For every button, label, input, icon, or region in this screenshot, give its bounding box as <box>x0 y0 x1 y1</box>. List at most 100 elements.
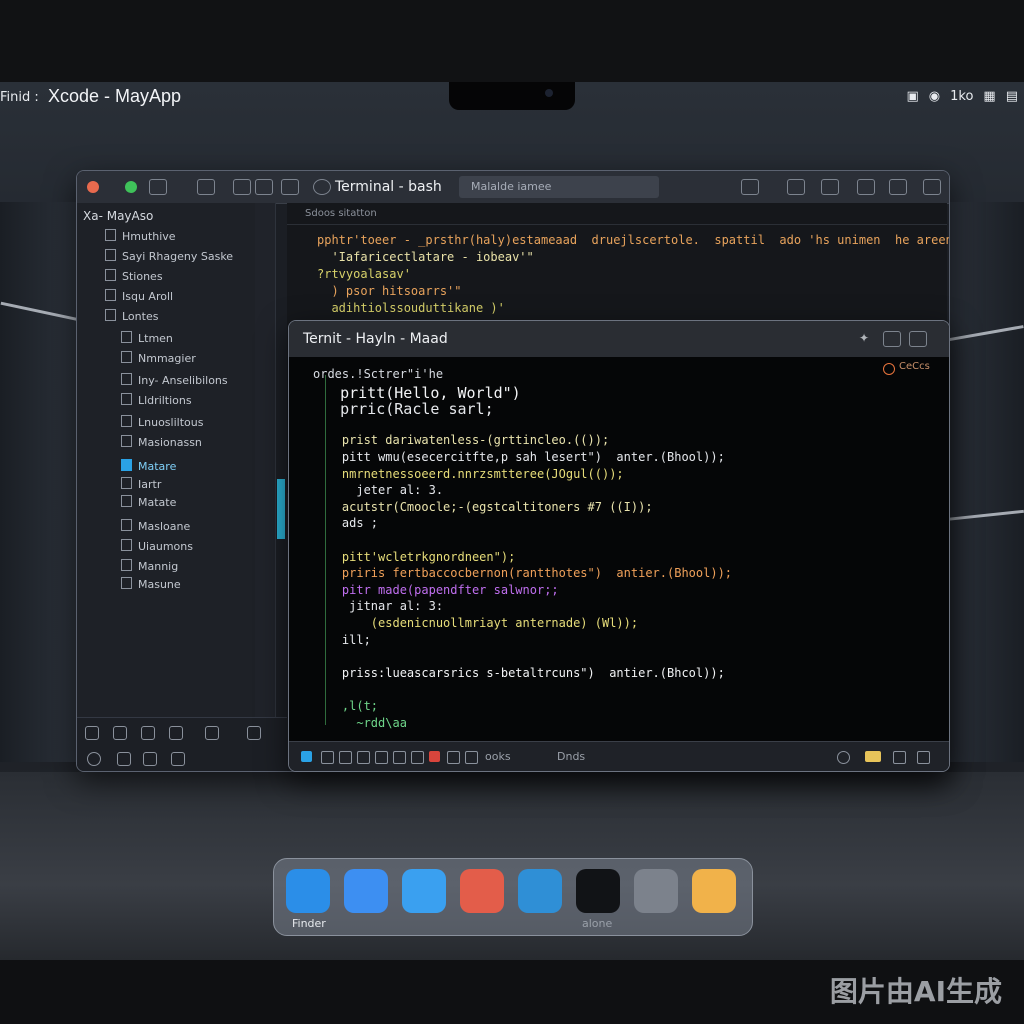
warning-icon[interactable] <box>205 726 219 740</box>
add-icon[interactable] <box>85 726 99 740</box>
safari-2-dock-icon[interactable] <box>402 869 446 913</box>
preview-dock-icon[interactable] <box>518 869 562 913</box>
library-icon[interactable] <box>889 179 907 195</box>
terminal-titlebar: Ternit - Hayln - Maad ✦ <box>289 321 949 358</box>
folder-icon[interactable] <box>865 751 881 762</box>
code-line: pphtr'toeer - _prsthr(haly)estameaad dru… <box>317 233 950 247</box>
terminal-line: ill; <box>313 632 371 647</box>
sidebar-item[interactable]: Mannig <box>121 559 178 573</box>
sidebar-item-label: Iny- Anselibilons <box>138 374 228 387</box>
link-icon[interactable] <box>787 179 805 195</box>
sidebar-item[interactable]: Isqu Aroll <box>105 289 173 303</box>
tab-icon[interactable] <box>339 751 352 764</box>
gear-icon[interactable] <box>837 751 850 764</box>
ai-watermark: 图片由AI生成 <box>829 975 1002 1008</box>
fullscreen-icon[interactable] <box>917 751 930 764</box>
tab-icon[interactable] <box>357 751 370 764</box>
editor-jump-bar[interactable]: Sdoos sitatton <box>287 203 947 225</box>
sidebar-item[interactable]: Iartr <box>121 477 161 491</box>
tab-icon[interactable] <box>411 751 424 764</box>
error-icon[interactable] <box>247 726 261 740</box>
notification-icon[interactable]: ▤ <box>1006 89 1018 104</box>
settings-icon[interactable] <box>741 179 759 195</box>
finder-dock-icon[interactable] <box>286 869 330 913</box>
sidebar-item[interactable]: Iny- Anselibilons <box>121 373 228 387</box>
new-tab-icon[interactable] <box>883 331 901 347</box>
pin-icon[interactable]: ✦ <box>859 331 875 345</box>
sidebar-item[interactable]: Stiones <box>105 269 163 283</box>
grid-icon[interactable] <box>233 179 251 195</box>
filter-icon[interactable] <box>113 726 127 740</box>
notes-dock-icon[interactable] <box>692 869 736 913</box>
menu-app-title[interactable]: Xcode - MayApp <box>48 86 181 107</box>
panel-icon[interactable] <box>255 179 273 195</box>
sidebar-item-label: Isqu Aroll <box>122 290 174 303</box>
split-icon[interactable] <box>281 179 299 195</box>
safari-dock-icon[interactable] <box>344 869 388 913</box>
sidebar-item[interactable]: Sayi Rhageny Saske <box>105 249 233 263</box>
tab-icon[interactable] <box>321 751 334 764</box>
sidebar-item[interactable]: Uiaumons <box>121 539 193 553</box>
control-center-icon[interactable]: ◉ <box>929 89 940 104</box>
navigator-gutter <box>255 203 276 717</box>
sidebar-item[interactable]: Matare <box>121 459 176 473</box>
terminal-window-title: Ternit - Hayln - Maad <box>303 331 448 347</box>
debug-icon[interactable] <box>143 752 157 766</box>
file-icon <box>121 459 132 471</box>
stop-icon[interactable] <box>429 751 440 762</box>
report-icon[interactable] <box>171 752 185 766</box>
terminal-line: prric(Racle sarl; <box>313 400 494 419</box>
terminal-line: jitnar al: 3: <box>313 599 444 614</box>
close-button[interactable] <box>87 181 99 193</box>
file-icon <box>121 495 132 507</box>
terminal-output[interactable]: CeCcs ordes.!Sctrer"i'he pritt(Hello, Wo… <box>289 357 949 741</box>
status-text[interactable]: 1ko <box>950 89 973 104</box>
sidebar-item[interactable]: Lontes <box>105 309 158 323</box>
tab-icon[interactable] <box>393 751 406 764</box>
tab-icon[interactable] <box>447 751 460 764</box>
file-icon <box>105 249 116 261</box>
sidebar-item[interactable]: Masune <box>121 577 181 591</box>
inspector-icon[interactable] <box>923 179 941 195</box>
tool-icon[interactable] <box>821 179 839 195</box>
terminal-tab-field[interactable]: Malalde iamee <box>459 176 659 198</box>
sidebar-item[interactable]: Lnuosliltous <box>121 415 203 429</box>
file-icon <box>105 289 116 301</box>
file-icon <box>121 519 132 531</box>
terminal-dock-icon[interactable] <box>576 869 620 913</box>
terminal-tab-title[interactable]: Terminal - bash <box>335 179 442 195</box>
sidebar-item-label: Matare <box>138 460 177 473</box>
battery-icon[interactable]: ▦ <box>983 89 995 104</box>
system-preferences-dock-icon[interactable] <box>634 869 678 913</box>
sidebar-item[interactable]: Matate <box>121 495 176 509</box>
tab-icon[interactable] <box>375 751 388 764</box>
navigator-scrollbar[interactable] <box>277 479 285 539</box>
wifi-icon[interactable]: ▣ <box>906 89 918 104</box>
sidebar-item[interactable]: Lldriltions <box>121 393 192 407</box>
recent-icon[interactable] <box>141 726 155 740</box>
dock-label: alone <box>582 917 613 930</box>
source-control-icon[interactable] <box>169 726 183 740</box>
menu-finder-label[interactable]: Finid : <box>0 90 39 105</box>
tab-icon[interactable] <box>465 751 478 764</box>
sidebar-item[interactable]: Ltmen <box>121 331 173 345</box>
expand-icon[interactable] <box>893 751 906 764</box>
file-icon <box>105 229 116 241</box>
status-label: ooks <box>485 750 511 763</box>
sidebar-item[interactable]: Masloane <box>121 519 190 533</box>
file-icon <box>121 373 132 385</box>
sidebar-item[interactable]: Masionassn <box>121 435 202 449</box>
zoom-button[interactable] <box>125 181 137 193</box>
terminal-line: ,l(t; <box>313 699 379 713</box>
sidebar-item-label: Mannig <box>138 560 179 573</box>
sidebar-item[interactable]: Hmuthive <box>105 229 176 243</box>
photos-dock-icon[interactable] <box>460 869 504 913</box>
sidebar-item[interactable]: Nmmagier <box>121 351 196 365</box>
bug-icon[interactable] <box>857 179 875 195</box>
sidebar-toggle-icon[interactable] <box>149 179 167 195</box>
window-options-icon[interactable] <box>909 331 927 347</box>
breakpoint-icon[interactable] <box>117 752 131 766</box>
active-tab-icon[interactable] <box>301 751 312 762</box>
sidebar-item-label: Hmuthive <box>122 230 176 243</box>
layout-icon[interactable] <box>197 179 215 195</box>
